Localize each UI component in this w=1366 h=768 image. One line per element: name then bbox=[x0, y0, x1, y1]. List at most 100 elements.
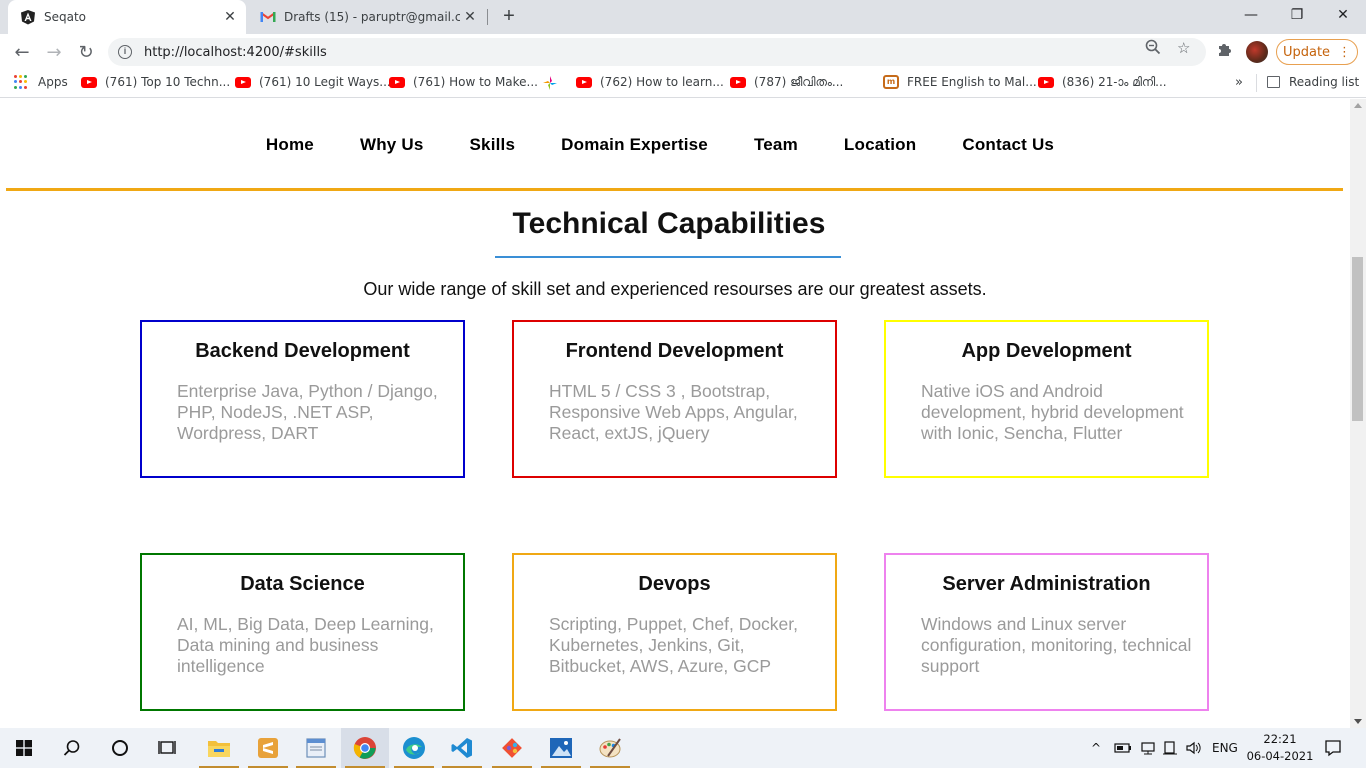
paint-icon[interactable] bbox=[586, 728, 634, 768]
tab-seqato[interactable]: Seqato ✕ bbox=[8, 0, 246, 34]
search-icon[interactable] bbox=[48, 728, 96, 768]
bookmark-label: FREE English to Mal... bbox=[907, 75, 1037, 89]
nav-why-us[interactable]: Why Us bbox=[360, 135, 424, 155]
card-title: Devops bbox=[638, 573, 711, 595]
scrollbar-thumb[interactable] bbox=[1352, 257, 1363, 421]
card-body: Windows and Linux server configuration, … bbox=[921, 614, 1192, 676]
skill-card-data-science: Data Science AI, ML, Big Data, Deep Lear… bbox=[140, 553, 465, 711]
bookmark-item[interactable]: (836) 21-ാം മിനി... bbox=[1038, 75, 1167, 90]
card-body: Scripting, Puppet, Chef, Docker, Kuberne… bbox=[549, 614, 799, 676]
tray-chevron-up-icon[interactable]: ^ bbox=[1091, 728, 1101, 768]
card-body: Enterprise Java, Python / Django, PHP, N… bbox=[177, 381, 438, 443]
page-viewport: Home Why Us Skills Domain Expertise Team… bbox=[0, 99, 1350, 728]
nav-home[interactable]: Home bbox=[266, 135, 314, 155]
notepad-icon[interactable] bbox=[292, 728, 340, 768]
bookmark-item[interactable]: (762) How to learn... bbox=[576, 75, 724, 89]
page-scrollbar[interactable] bbox=[1350, 99, 1366, 728]
battery-icon[interactable] bbox=[1114, 728, 1132, 768]
chevron-double-right-icon: » bbox=[1235, 75, 1243, 90]
bookmark-label: (787) ജീവിതം... bbox=[754, 75, 844, 89]
bookmark-divider bbox=[1256, 74, 1257, 92]
scroll-down-icon[interactable] bbox=[1354, 719, 1362, 724]
bookmark-item[interactable]: (761) Top 10 Techn... bbox=[81, 75, 230, 89]
card-title: Frontend Development bbox=[565, 340, 784, 362]
info-icon[interactable]: i bbox=[118, 45, 132, 59]
monitor-icon[interactable] bbox=[1162, 728, 1178, 768]
address-bar[interactable]: i http://localhost:4200/#skills bbox=[108, 38, 1206, 66]
bookmark-item[interactable]: m FREE English to Mal... bbox=[883, 75, 1037, 89]
site-nav: Home Why Us Skills Domain Expertise Team… bbox=[0, 99, 1350, 191]
chrome-icon[interactable] bbox=[341, 728, 389, 768]
clock-time: 22:21 bbox=[1263, 732, 1297, 746]
skill-card-devops: Devops Scripting, Puppet, Chef, Docker, … bbox=[512, 553, 837, 711]
close-window-icon[interactable]: ✕ bbox=[1320, 0, 1366, 30]
bookmark-star-icon[interactable]: ☆ bbox=[1177, 39, 1190, 57]
nav-contact-us[interactable]: Contact Us bbox=[962, 135, 1054, 155]
minimize-icon[interactable]: — bbox=[1228, 0, 1274, 30]
nav-team[interactable]: Team bbox=[754, 135, 798, 155]
card-body: Native iOS and Android development, hybr… bbox=[921, 381, 1184, 443]
forward-icon[interactable]: → bbox=[40, 38, 68, 66]
apps-grid-icon bbox=[14, 75, 28, 89]
dictionary-icon: m bbox=[883, 75, 899, 89]
language-indicator[interactable]: ENG bbox=[1212, 728, 1238, 768]
bookmark-label: (762) How to learn... bbox=[600, 75, 724, 89]
more-bookmarks-button[interactable]: » bbox=[1235, 75, 1243, 90]
update-button[interactable]: Update ⋮ bbox=[1276, 39, 1358, 65]
tab-gmail-drafts[interactable]: Drafts (15) - paruptr@gmail.com ✕ bbox=[250, 0, 486, 34]
close-tab-icon[interactable]: ✕ bbox=[460, 7, 480, 27]
zoom-icon[interactable] bbox=[1144, 38, 1162, 60]
tab-title: Seqato bbox=[44, 10, 87, 24]
bookmark-label: (761) How to Make... bbox=[413, 75, 538, 89]
youtube-icon bbox=[389, 76, 405, 88]
close-tab-icon[interactable]: ✕ bbox=[220, 7, 240, 27]
clock[interactable]: 22:21 06-04-2021 bbox=[1244, 731, 1316, 765]
scroll-up-icon[interactable] bbox=[1354, 103, 1362, 108]
reading-list-icon bbox=[1267, 76, 1280, 88]
url-text[interactable]: http://localhost:4200/#skills bbox=[144, 45, 327, 60]
skill-card-app: App Development Native iOS and Android d… bbox=[884, 320, 1209, 478]
section-subtitle: Our wide range of skill set and experien… bbox=[363, 279, 987, 299]
skill-card-backend: Backend Development Enterprise Java, Pyt… bbox=[140, 320, 465, 478]
bookmark-item[interactable] bbox=[542, 75, 558, 94]
extensions-icon[interactable] bbox=[1216, 40, 1234, 62]
bookmarks-bar: Apps (761) Top 10 Techn... (761) 10 Legi… bbox=[0, 70, 1366, 98]
git-app-icon[interactable] bbox=[488, 728, 536, 768]
card-title: App Development bbox=[961, 340, 1132, 362]
photos-icon[interactable] bbox=[537, 728, 585, 768]
skill-card-server-admin: Server Administration Windows and Linux … bbox=[884, 553, 1209, 711]
new-tab-button[interactable]: + bbox=[498, 6, 520, 28]
network-icon[interactable] bbox=[1140, 728, 1156, 768]
task-view-icon[interactable] bbox=[144, 728, 192, 768]
bookmark-label: (761) 10 Legit Ways... bbox=[259, 75, 391, 89]
card-title: Server Administration bbox=[942, 573, 1151, 595]
vscode-icon[interactable] bbox=[438, 728, 486, 768]
cortana-icon[interactable] bbox=[96, 728, 144, 768]
more-menu-icon: ⋮ bbox=[1338, 44, 1352, 60]
youtube-icon bbox=[576, 76, 592, 88]
card-title: Backend Development bbox=[195, 340, 410, 362]
nav-skills[interactable]: Skills bbox=[470, 135, 516, 155]
card-title: Data Science bbox=[240, 573, 365, 595]
windows-start-icon[interactable] bbox=[0, 728, 48, 768]
sublime-text-icon[interactable] bbox=[244, 728, 292, 768]
bookmark-item[interactable]: (787) ജീവിതം... bbox=[730, 75, 843, 90]
reload-icon[interactable]: ↻ bbox=[72, 38, 100, 66]
restore-icon[interactable]: ❐ bbox=[1274, 0, 1320, 30]
file-explorer-icon[interactable] bbox=[195, 728, 243, 768]
notifications-icon[interactable] bbox=[1324, 728, 1342, 768]
back-icon[interactable]: ← bbox=[8, 38, 36, 66]
bookmark-item[interactable]: (761) 10 Legit Ways... bbox=[235, 75, 391, 89]
tab-strip: Seqato ✕ Drafts (15) - paruptr@gmail.com… bbox=[0, 0, 1366, 34]
nav-location[interactable]: Location bbox=[844, 135, 916, 155]
volume-icon[interactable] bbox=[1185, 728, 1203, 768]
edge-icon[interactable] bbox=[390, 728, 438, 768]
bookmark-apps[interactable]: Apps bbox=[14, 75, 68, 89]
tab-title: Drafts (15) - paruptr@gmail.com bbox=[284, 10, 460, 24]
reading-list-button[interactable]: Reading list bbox=[1267, 75, 1359, 89]
nav-divider bbox=[6, 188, 1343, 191]
youtube-icon bbox=[730, 77, 746, 88]
profile-avatar[interactable] bbox=[1246, 41, 1268, 63]
nav-domain-expertise[interactable]: Domain Expertise bbox=[561, 135, 708, 155]
bookmark-item[interactable]: (761) How to Make... bbox=[389, 75, 538, 89]
